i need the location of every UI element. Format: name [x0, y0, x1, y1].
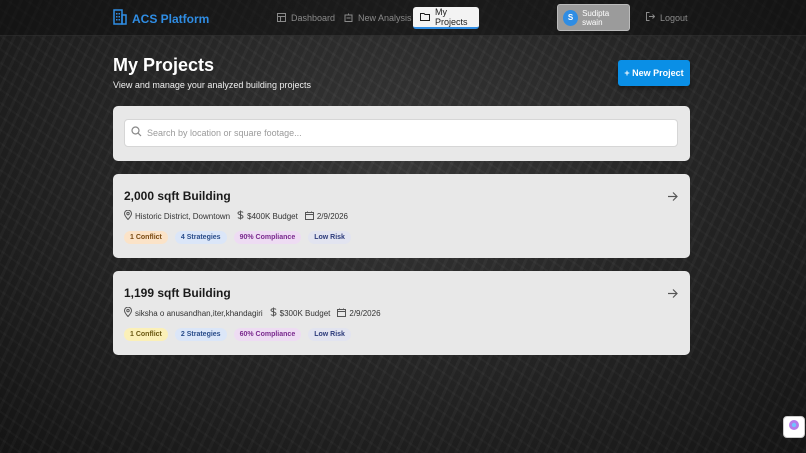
user-menu[interactable]: S Sudipta swain — [557, 4, 630, 31]
search-icon — [131, 124, 142, 142]
search-box[interactable] — [124, 119, 678, 147]
risk-badge: Low Risk — [308, 328, 351, 341]
page-title: My Projects — [113, 55, 215, 75]
location-meta: siksha o anusandhan,iter,khandagiri — [123, 306, 263, 319]
building-icon — [113, 9, 127, 28]
project-badges: 1 Conflict 4 Strategies 90% Compliance L… — [124, 231, 351, 244]
dollar-icon — [237, 210, 244, 222]
avatar: S — [563, 9, 579, 26]
conflict-badge: 1 Conflict — [124, 328, 168, 341]
nav-my-projects[interactable]: My Projects — [413, 7, 479, 29]
nav-dashboard[interactable]: Dashboard — [270, 7, 342, 29]
project-budget: $400K Budget — [247, 211, 298, 221]
compliance-badge: 60% Compliance — [233, 328, 302, 341]
budget-meta: $300K Budget — [270, 307, 331, 319]
app-name: ACS Platform — [132, 11, 210, 26]
strategies-badge: 2 Strategies — [174, 328, 227, 341]
logout-icon — [646, 12, 656, 23]
project-budget: $300K Budget — [279, 308, 331, 318]
project-location: Historic District, Downtown — [135, 211, 231, 221]
logout-label: Logout — [660, 12, 688, 23]
location-meta: Historic District, Downtown — [123, 209, 231, 222]
nav-new-analysis-label: New Analysis — [358, 13, 412, 23]
strategies-badge: 4 Strategies — [174, 231, 227, 244]
project-meta: Historic District, Downtown $400K Budget… — [123, 209, 348, 222]
dollar-icon — [270, 307, 277, 319]
nav-my-projects-label: My Projects — [435, 7, 468, 27]
arrow-right-icon[interactable] — [667, 286, 678, 304]
user-name: Sudipta swain — [582, 8, 610, 27]
project-card[interactable]: 1,199 sqft Building siksha o anusandhan,… — [113, 271, 690, 355]
calendar-icon — [304, 211, 314, 222]
project-location: siksha o anusandhan,iter,khandagiri — [135, 308, 263, 318]
page-subtitle: View and manage your analyzed building p… — [113, 80, 311, 90]
date-meta: 2/9/2026 — [304, 211, 348, 222]
search-panel — [113, 106, 690, 161]
floating-widget-button[interactable] — [783, 416, 805, 438]
search-input[interactable] — [147, 128, 647, 138]
compliance-badge: 90% Compliance — [233, 231, 302, 244]
top-navbar: ACS Platform Dashboard New Analysis My P… — [0, 0, 806, 36]
folder-icon — [420, 12, 430, 23]
project-title: 2,000 sqft Building — [124, 189, 231, 203]
project-date: 2/9/2026 — [349, 308, 381, 318]
project-meta: siksha o anusandhan,iter,khandagiri $300… — [123, 306, 381, 319]
calendar-icon — [337, 308, 347, 319]
nav-new-analysis[interactable]: New Analysis — [337, 7, 419, 29]
project-badges: 1 Conflict 2 Strategies 60% Compliance L… — [124, 328, 351, 341]
risk-badge: Low Risk — [308, 231, 351, 244]
project-date: 2/9/2026 — [316, 211, 348, 221]
budget-meta: $400K Budget — [237, 210, 298, 222]
project-title: 1,199 sqft Building — [124, 286, 231, 300]
new-project-button[interactable]: + New Project — [618, 60, 690, 86]
widget-icon — [788, 418, 800, 436]
dashboard-icon — [277, 12, 286, 24]
project-card[interactable]: 2,000 sqft Building Historic District, D… — [113, 174, 690, 258]
app-logo[interactable]: ACS Platform — [113, 9, 209, 28]
nav-dashboard-label: Dashboard — [291, 13, 336, 23]
building-small-icon — [344, 13, 353, 24]
arrow-right-icon[interactable] — [667, 189, 678, 207]
conflict-badge: 1 Conflict — [124, 231, 168, 244]
date-meta: 2/9/2026 — [337, 308, 381, 319]
logout-button[interactable]: Logout — [646, 12, 688, 23]
map-pin-icon — [123, 209, 133, 222]
map-pin-icon — [123, 306, 133, 319]
